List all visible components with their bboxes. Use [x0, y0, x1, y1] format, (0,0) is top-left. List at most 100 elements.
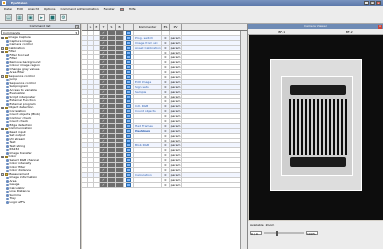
row-t-check-icon[interactable]: ✓: [100, 31, 108, 35]
pcb-pin: [333, 99, 335, 155]
row-command-icon: [124, 30, 134, 35]
command-list-panel: Command list × Commands ▾ − Image Capture…: [0, 24, 81, 249]
row-t-check-icon[interactable]: ✓: [100, 75, 108, 79]
row-t-check-icon[interactable]: ✓: [100, 35, 108, 40]
command-icon: [6, 61, 9, 64]
row-b: [116, 138, 124, 143]
row-t-check-icon[interactable]: ✓: [100, 128, 108, 133]
row-t-check-icon[interactable]: ✓: [100, 70, 108, 74]
save-icon[interactable]: ▣: [27, 14, 34, 21]
row-t-check-icon[interactable]: ✓: [100, 55, 108, 59]
row-t-check-icon[interactable]: ✓: [100, 104, 108, 108]
tree-expand-icon[interactable]: −: [1, 47, 4, 50]
folder-icon: [4, 173, 8, 176]
menu-fenster[interactable]: Fenster: [104, 7, 115, 11]
command-icon: [6, 96, 9, 99]
row-es: 0: [162, 65, 170, 69]
sequence-scrollbar[interactable]: [240, 31, 247, 249]
tree-expand-icon[interactable]: −: [1, 127, 4, 130]
row-b: [116, 60, 124, 65]
row-t-check-icon[interactable]: ✓: [100, 89, 108, 94]
stop-icon[interactable]: ■: [49, 14, 56, 21]
row-t-check-icon[interactable]: ✓: [100, 153, 108, 157]
coord-field[interactable]: 0 / 0: [250, 231, 262, 236]
row-t-check-icon[interactable]: ✓: [100, 45, 108, 50]
row-t-check-icon[interactable]: ✓: [100, 163, 108, 167]
tree-expand-icon[interactable]: −: [1, 155, 4, 158]
row-t-check-icon[interactable]: ✓: [100, 109, 108, 113]
language-flag-icon[interactable]: [119, 7, 124, 11]
row-es: 0: [162, 128, 170, 133]
row-t-check-icon[interactable]: ✓: [100, 84, 108, 89]
command-icon: [6, 92, 9, 95]
menu-edit[interactable]: Edit: [17, 7, 23, 11]
row-command-icon: [124, 79, 134, 84]
row-pv: param: [170, 182, 182, 187]
zoom-slider[interactable]: [264, 230, 304, 236]
tree-expand-icon[interactable]: −: [1, 106, 4, 109]
row-t-check-icon[interactable]: ✓: [100, 148, 108, 152]
row-t-check-icon[interactable]: ✓: [100, 143, 108, 147]
row-comment: Edit Image: [134, 79, 162, 84]
menu-command-administration[interactable]: Command administration: [60, 7, 98, 11]
row-s: [108, 89, 116, 94]
command-icon: [6, 78, 9, 81]
row-t-check-icon[interactable]: ✓: [100, 177, 108, 182]
row-pv: param: [170, 89, 182, 94]
monitor-icon: [126, 79, 131, 84]
menu-hilfe[interactable]: Hilfe: [129, 7, 136, 11]
panel-close-icon[interactable]: ×: [75, 24, 79, 29]
row-t-check-icon[interactable]: ✓: [100, 158, 108, 162]
camera-image[interactable]: [249, 35, 383, 220]
row-s: [108, 158, 116, 163]
tree-expand-icon[interactable]: −: [1, 173, 4, 176]
maximize-button[interactable]: □: [370, 1, 375, 5]
row-t-check-icon[interactable]: ✓: [100, 119, 108, 123]
settings-icon[interactable]: ⚙: [60, 14, 67, 21]
close-button[interactable]: ×: [376, 1, 381, 5]
monitor-icon: [126, 114, 131, 119]
row-pv: param: [170, 163, 182, 168]
menu-options[interactable]: Options: [44, 7, 56, 11]
row-t-check-icon[interactable]: ✓: [100, 40, 108, 45]
available-label: Available: [250, 223, 264, 227]
open-icon[interactable]: ▦: [16, 14, 23, 21]
row-t-check-icon[interactable]: ✓: [100, 79, 108, 84]
run-icon[interactable]: ▸: [38, 14, 45, 21]
row-t-check-icon[interactable]: ✓: [100, 138, 108, 143]
command-category-select[interactable]: Commands ▾: [1, 30, 79, 35]
viewer-close-icon[interactable]: ×: [378, 24, 382, 29]
row-t-check-icon[interactable]: ✓: [100, 99, 108, 103]
row-command-icon: [124, 35, 134, 40]
tree-expand-icon[interactable]: −: [1, 75, 4, 78]
new-icon[interactable]: ▤: [5, 14, 12, 21]
row-b: [116, 163, 124, 167]
row-t-check-icon[interactable]: ✓: [100, 65, 108, 69]
menu-datei[interactable]: Datei: [4, 7, 12, 11]
row-t-check-icon[interactable]: ✓: [100, 114, 108, 118]
row-comment: [134, 133, 162, 138]
row-t-check-icon[interactable]: ✓: [100, 123, 108, 128]
row-t-check-icon[interactable]: ✓: [100, 182, 108, 187]
row-command-icon: [124, 60, 134, 65]
zoom-field[interactable]: 100%: [306, 231, 318, 236]
monitor-icon: [126, 133, 131, 138]
row-t-check-icon[interactable]: ✓: [100, 167, 108, 172]
row-t-check-icon[interactable]: ✓: [100, 133, 108, 138]
row-s: [108, 123, 116, 128]
tree-expand-icon[interactable]: −: [1, 36, 4, 39]
tree-command[interactable]: Logic eff%: [1, 200, 80, 205]
command-icon: [6, 113, 9, 116]
row-pv: param: [170, 119, 182, 124]
monitor-icon: [126, 89, 131, 94]
col-kommentar: Kommentar: [134, 24, 162, 30]
row-t-check-icon[interactable]: ✓: [100, 94, 108, 99]
minimize-button[interactable]: _: [364, 1, 369, 5]
row-t-check-icon[interactable]: ✓: [100, 60, 108, 64]
row-t-check-icon[interactable]: ✓: [100, 172, 108, 177]
row-t-check-icon[interactable]: ✓: [100, 50, 108, 55]
menu-ansicht[interactable]: Ansicht: [28, 7, 39, 11]
tree-expand-icon[interactable]: −: [1, 50, 4, 53]
sequence-row[interactable]: ✓ 0 param: [82, 182, 247, 188]
window-title: EyeVision: [11, 1, 28, 5]
